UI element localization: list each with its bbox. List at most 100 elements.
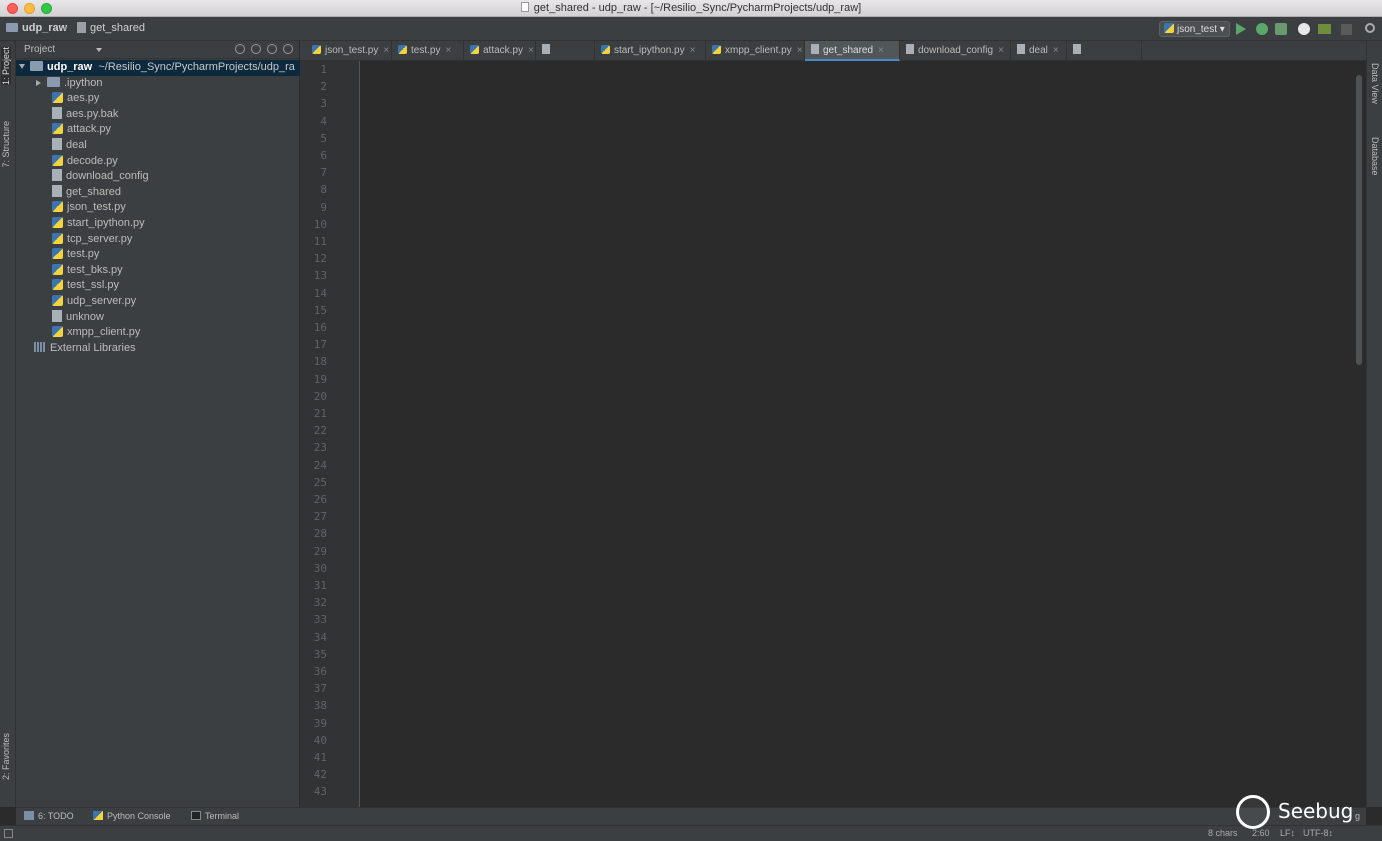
tree-item-external-libraries[interactable]: External Libraries bbox=[16, 341, 300, 357]
tree-item[interactable]: test_bks.py bbox=[16, 263, 300, 279]
tree-item[interactable]: .ipython bbox=[16, 76, 300, 92]
stop-icon[interactable] bbox=[1341, 24, 1352, 35]
tab-database[interactable]: Database bbox=[1370, 137, 1380, 176]
editor-tab[interactable]: download_config × bbox=[900, 41, 1011, 61]
coverage-icon[interactable] bbox=[1275, 23, 1287, 35]
todo-tool-button[interactable]: 6: TODO bbox=[24, 811, 74, 821]
tree-item[interactable]: unknow bbox=[16, 309, 300, 326]
chevron-right-icon[interactable] bbox=[36, 79, 41, 86]
tree-item[interactable]: deal bbox=[16, 137, 300, 154]
python-file-icon bbox=[398, 45, 407, 54]
tree-item[interactable]: download_config bbox=[16, 169, 300, 185]
tab-label: test.py bbox=[411, 45, 441, 56]
editor-tab[interactable]: deal × bbox=[1011, 41, 1067, 61]
tab-structure-tool[interactable]: 7: Structure bbox=[1, 121, 11, 168]
tree-item-label: get_shared bbox=[66, 185, 122, 198]
line-number: 25 bbox=[313, 475, 327, 489]
editor-tab[interactable]: start_ipython.py × bbox=[595, 41, 706, 61]
tree-item-label: aes.py bbox=[67, 92, 100, 105]
close-tab-icon[interactable]: × bbox=[383, 45, 389, 56]
file-encoding[interactable]: UTF-8↕ bbox=[1303, 828, 1333, 838]
close-tab-icon[interactable]: × bbox=[528, 45, 534, 56]
tree-item[interactable]: udp_server.py bbox=[16, 294, 300, 310]
collapse-icon[interactable] bbox=[251, 44, 261, 54]
tree-item[interactable]: aes.py bbox=[16, 91, 300, 107]
close-tab-icon[interactable]: × bbox=[1053, 45, 1059, 56]
caret-position[interactable]: 2:60 bbox=[1252, 828, 1270, 838]
tree-item[interactable]: aes.py.bak bbox=[16, 106, 300, 123]
tree-item-label: attack.py bbox=[67, 123, 112, 136]
tool-windows-icon[interactable] bbox=[4, 829, 13, 838]
search-icon[interactable] bbox=[1365, 23, 1375, 33]
tree-item-label: download_config bbox=[66, 170, 149, 183]
profile-icon[interactable] bbox=[1298, 23, 1310, 35]
right-tool-strip: Data View Database bbox=[1366, 41, 1382, 807]
project-view-select[interactable]: Project bbox=[24, 44, 104, 57]
breadcrumb-project[interactable]: udp_raw bbox=[6, 22, 67, 34]
terminal-tool-button[interactable]: Terminal bbox=[191, 811, 239, 821]
tree-item-label: test.py bbox=[67, 248, 100, 261]
close-tab-icon[interactable]: × bbox=[878, 45, 884, 56]
debug-icon[interactable] bbox=[1256, 23, 1268, 35]
line-number: 33 bbox=[313, 613, 327, 627]
close-tab-icon[interactable]: × bbox=[445, 45, 451, 56]
python-console-tool-button[interactable]: Python Console bbox=[93, 811, 171, 821]
tree-item[interactable]: get_shared bbox=[16, 184, 300, 201]
tree-item[interactable]: test_ssl.py bbox=[16, 278, 300, 294]
tree-item[interactable]: tcp_server.py bbox=[16, 232, 300, 248]
tab-project-tool[interactable]: 1: Project bbox=[1, 47, 11, 86]
tree-item-label: xmpp_client.py bbox=[67, 326, 141, 339]
line-number: 41 bbox=[313, 751, 327, 764]
line-number: 15 bbox=[313, 303, 327, 317]
tree-item-label: tcp_server.py bbox=[67, 232, 133, 245]
code-editor[interactable]: 1 2 3 4 5 6 7 8 9 10 11 12 13 14 15 16 17 18 19 20 21 22 23 24 2… bbox=[300, 61, 1366, 807]
editor-tab[interactable]: aes.py.bak× bbox=[1067, 41, 1142, 76]
library-icon bbox=[34, 341, 46, 352]
close-tab-icon[interactable]: × bbox=[690, 45, 696, 56]
editor-tab[interactable]: unknow× bbox=[536, 41, 595, 76]
line-separator[interactable]: LF↕ bbox=[1280, 828, 1295, 838]
tree-item[interactable]: decode.py bbox=[16, 154, 300, 170]
breadcrumb-file[interactable]: get_shared bbox=[77, 22, 145, 34]
tree-item-label: json_test.py bbox=[67, 201, 126, 214]
line-number: 23 bbox=[313, 441, 327, 455]
gear-icon[interactable] bbox=[267, 44, 277, 54]
tree-root[interactable]: udp_raw ~/Resilio_Sync/PycharmProjects/u… bbox=[16, 60, 300, 76]
close-tab-icon[interactable]: × bbox=[797, 45, 803, 56]
editor-tab[interactable]: get_shared × bbox=[805, 41, 900, 61]
tab-data-view[interactable]: Data View bbox=[1370, 63, 1380, 104]
sync-icon[interactable] bbox=[235, 44, 245, 54]
python-file-icon bbox=[52, 92, 63, 104]
python-file-icon bbox=[52, 154, 63, 166]
tree-item[interactable]: attack.py bbox=[16, 122, 300, 138]
line-number: 26 bbox=[313, 493, 327, 506]
editor-tab[interactable]: attack.py × bbox=[464, 41, 536, 61]
hide-icon[interactable] bbox=[283, 44, 293, 54]
tree-item[interactable]: start_ipython.py bbox=[16, 216, 300, 232]
tree-item[interactable]: test.py bbox=[16, 247, 300, 263]
editor-tab[interactable]: xmpp_client.py × bbox=[706, 41, 805, 61]
close-tab-icon[interactable]: × bbox=[998, 45, 1004, 56]
python-file-icon bbox=[52, 326, 63, 338]
line-number: 36 bbox=[313, 665, 327, 678]
editor-tab[interactable]: json_test.py × bbox=[306, 41, 392, 61]
navigation-bar: udp_raw › get_shared json_test ▾ bbox=[0, 17, 1382, 41]
python-icon bbox=[1164, 23, 1174, 33]
tree-item[interactable]: xmpp_client.py bbox=[16, 325, 300, 341]
editor-tab[interactable]: test.py × bbox=[392, 41, 464, 61]
run-icon[interactable] bbox=[1236, 23, 1246, 35]
file-icon bbox=[906, 44, 914, 54]
chevron-down-icon bbox=[19, 64, 25, 69]
run-configuration-select[interactable]: json_test ▾ bbox=[1159, 21, 1230, 37]
python-file-icon bbox=[601, 45, 610, 54]
file-icon bbox=[52, 137, 62, 150]
tab-favorites-tool[interactable]: 2: Favorites bbox=[1, 733, 11, 780]
line-number: 12 bbox=[313, 252, 327, 266]
vertical-scrollbar[interactable] bbox=[1356, 75, 1362, 365]
tree-item-label: udp_server.py bbox=[67, 294, 137, 307]
line-number: 4 bbox=[320, 114, 327, 128]
tree-item-label: start_ipython.py bbox=[67, 216, 145, 229]
python-file-icon bbox=[470, 45, 479, 54]
build-icon[interactable] bbox=[1318, 24, 1331, 34]
tree-item[interactable]: json_test.py bbox=[16, 200, 300, 216]
